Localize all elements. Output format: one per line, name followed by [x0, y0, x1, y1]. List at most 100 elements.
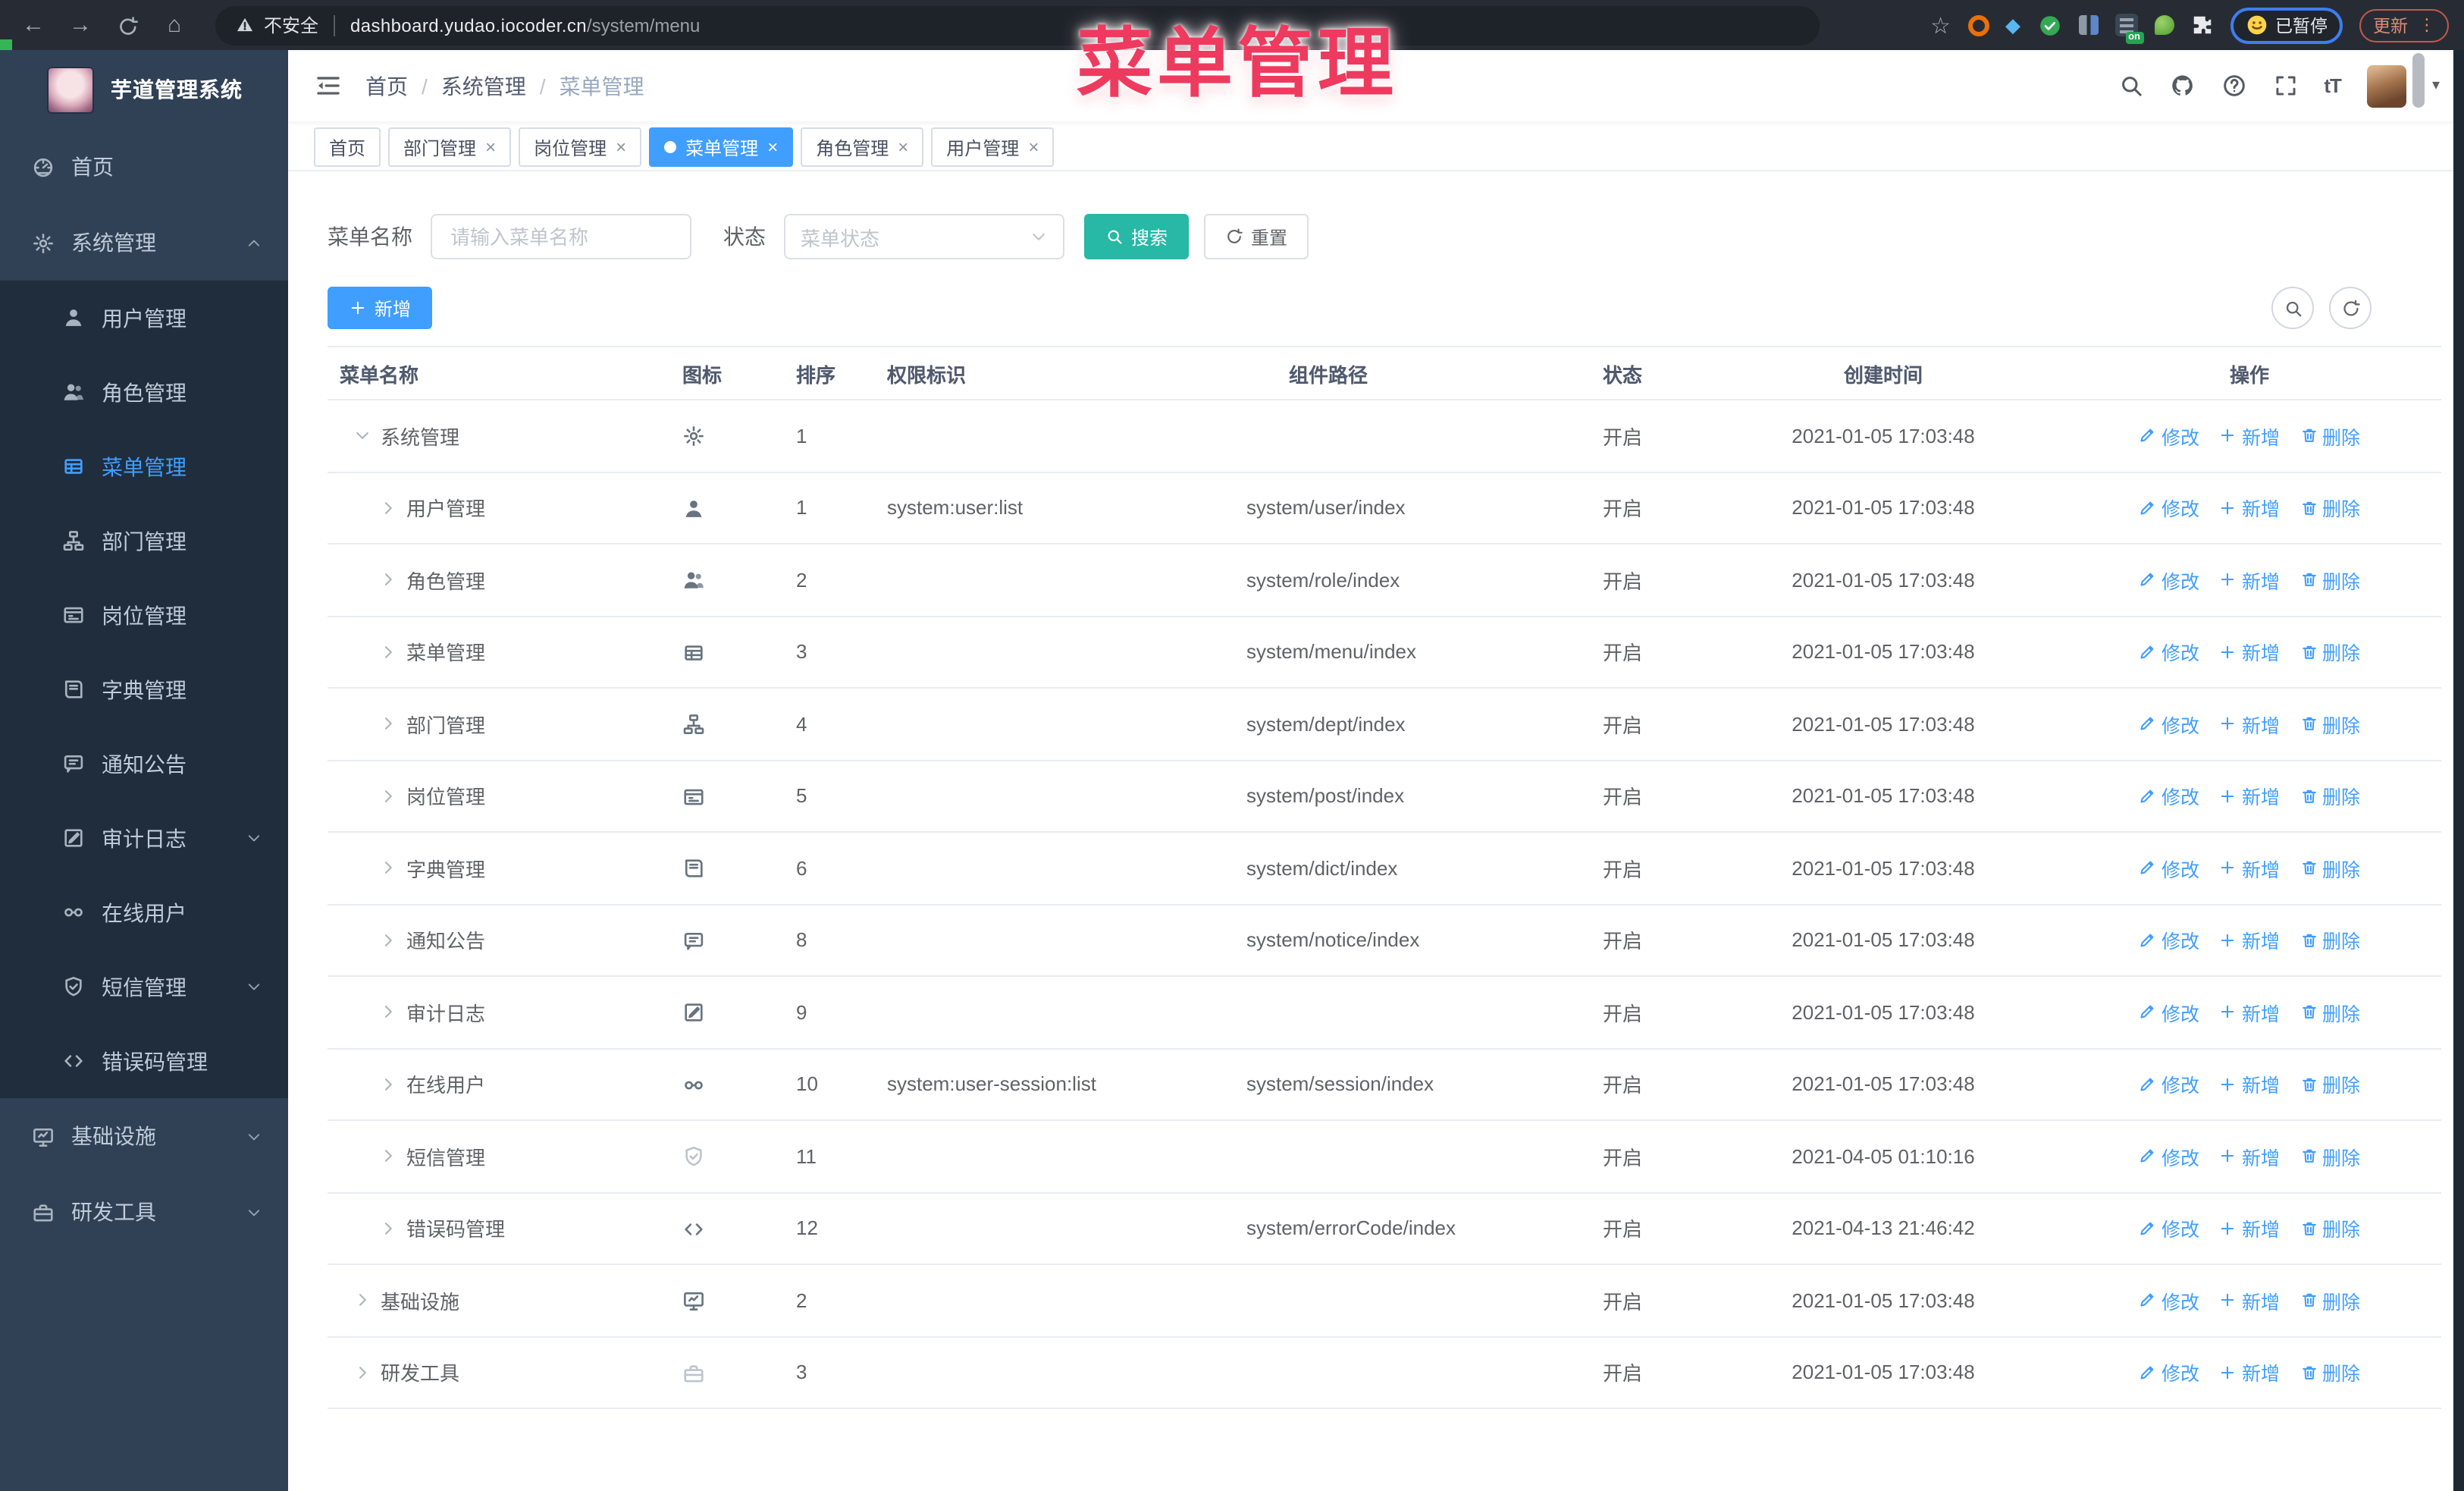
tab[interactable]: 部门管理 × — [388, 127, 512, 167]
expand-caret-icon[interactable] — [379, 1075, 397, 1094]
user-avatar[interactable] — [2366, 64, 2406, 107]
delete-link[interactable]: 删除 — [2299, 782, 2360, 811]
tab[interactable]: 岗位管理 × — [519, 127, 642, 167]
close-icon[interactable]: × — [485, 138, 496, 156]
sidebar-item[interactable]: 审计日志 — [0, 801, 288, 875]
add-inline-link[interactable]: 新增 — [2219, 1214, 2280, 1243]
delete-link[interactable]: 删除 — [2299, 1214, 2360, 1243]
edit-link[interactable]: 修改 — [2139, 566, 2199, 595]
delete-link[interactable]: 删除 — [2299, 1070, 2360, 1099]
close-icon[interactable]: × — [616, 138, 626, 156]
home-icon[interactable]: ⌂ — [156, 0, 193, 50]
toggle-search-button[interactable] — [2271, 287, 2314, 329]
add-inline-link[interactable]: 新增 — [2219, 566, 2280, 595]
add-inline-link[interactable]: 新增 — [2219, 1142, 2280, 1171]
breadcrumb-item[interactable]: 系统管理 — [441, 71, 526, 101]
add-inline-link[interactable]: 新增 — [2219, 638, 2280, 667]
edit-link[interactable]: 修改 — [2139, 494, 2199, 523]
sidebar-item[interactable]: 基础设施 — [0, 1098, 288, 1174]
sidebar-item[interactable]: 错误码管理 — [0, 1024, 288, 1098]
edit-link[interactable]: 修改 — [2139, 782, 2199, 811]
refresh-table-button[interactable] — [2329, 287, 2372, 329]
extension-bars-icon[interactable] — [2078, 15, 2098, 35]
sidebar-item[interactable]: 研发工具 — [0, 1174, 288, 1250]
github-icon[interactable] — [2169, 73, 2195, 99]
expand-caret-icon[interactable] — [353, 1292, 371, 1310]
extension-on-badge-icon[interactable]: on — [2114, 14, 2143, 44]
sidebar-item[interactable]: 在线用户 — [0, 875, 288, 950]
expand-caret-icon[interactable] — [379, 1147, 397, 1166]
sidebar-item[interactable]: 用户管理 — [0, 281, 288, 355]
bookmark-star-icon[interactable]: ☆ — [1930, 11, 1951, 39]
reload-icon[interactable] — [109, 0, 146, 50]
expand-caret-icon[interactable] — [379, 787, 397, 805]
reset-button[interactable]: 重置 — [1204, 214, 1309, 259]
sidebar-fold-icon[interactable] — [314, 71, 343, 100]
question-icon[interactable] — [2221, 73, 2246, 99]
expand-caret-icon[interactable] — [379, 715, 397, 733]
sidebar-item[interactable]: 短信管理 — [0, 950, 288, 1024]
edit-link[interactable]: 修改 — [2139, 710, 2199, 739]
edit-link[interactable]: 修改 — [2139, 1286, 2199, 1315]
extension-green-check-icon[interactable] — [2037, 13, 2061, 37]
edit-link[interactable]: 修改 — [2139, 638, 2199, 667]
delete-link[interactable]: 删除 — [2299, 998, 2360, 1027]
edit-link[interactable]: 修改 — [2139, 926, 2199, 955]
search-icon[interactable] — [2118, 73, 2143, 99]
expand-caret-icon[interactable] — [379, 931, 397, 950]
add-button[interactable]: 新增 — [328, 287, 433, 329]
forward-icon[interactable]: → — [62, 0, 99, 50]
add-inline-link[interactable]: 新增 — [2219, 1070, 2280, 1099]
sidebar-item[interactable]: 系统管理 — [0, 205, 288, 281]
delete-link[interactable]: 删除 — [2299, 854, 2360, 883]
tab[interactable]: 角色管理 × — [801, 127, 924, 167]
sidebar-item[interactable]: 岗位管理 — [0, 578, 288, 652]
breadcrumb-item[interactable]: 首页 — [365, 71, 408, 101]
sidebar-item[interactable]: 首页 — [0, 129, 288, 205]
search-button[interactable]: 搜索 — [1084, 214, 1190, 259]
edit-link[interactable]: 修改 — [2139, 1070, 2199, 1099]
extension-gem-icon[interactable]: ◆ — [2005, 13, 2020, 37]
edit-link[interactable]: 修改 — [2139, 1214, 2199, 1243]
sidebar-item[interactable]: 部门管理 — [0, 504, 288, 578]
delete-link[interactable]: 删除 — [2299, 638, 2360, 667]
scrollbar[interactable] — [2412, 53, 2425, 108]
add-inline-link[interactable]: 新增 — [2219, 422, 2280, 450]
edit-link[interactable]: 修改 — [2139, 998, 2199, 1027]
expand-caret-icon[interactable] — [379, 643, 397, 661]
chevron-down-icon[interactable]: ▾ — [2432, 77, 2440, 94]
delete-link[interactable]: 删除 — [2299, 566, 2360, 595]
expand-caret-icon[interactable] — [379, 571, 397, 589]
tab[interactable]: 菜单管理 × — [649, 127, 794, 167]
expand-caret-icon[interactable] — [379, 1219, 397, 1238]
sidebar-item[interactable]: 菜单管理 — [0, 429, 288, 504]
profile-paused-badge[interactable]: 已暂停 — [2230, 7, 2343, 43]
expand-caret-icon[interactable] — [379, 1003, 397, 1022]
edit-link[interactable]: 修改 — [2139, 1142, 2199, 1171]
edit-link[interactable]: 修改 — [2139, 1358, 2199, 1387]
back-icon[interactable]: ← — [15, 0, 52, 50]
add-inline-link[interactable]: 新增 — [2219, 926, 2280, 955]
delete-link[interactable]: 删除 — [2299, 1286, 2360, 1315]
status-select[interactable]: 菜单状态 — [784, 214, 1064, 259]
edit-link[interactable]: 修改 — [2139, 422, 2199, 450]
collapse-caret-icon[interactable] — [353, 427, 371, 445]
delete-link[interactable]: 删除 — [2299, 1142, 2360, 1171]
expand-caret-icon[interactable] — [353, 1364, 371, 1382]
expand-caret-icon[interactable] — [379, 499, 397, 517]
sidebar-item[interactable]: 角色管理 — [0, 355, 288, 429]
add-inline-link[interactable]: 新增 — [2219, 1286, 2280, 1315]
address-bar[interactable]: 不安全 dashboard.yudao.iocoder.cn /system/m… — [215, 5, 1820, 45]
add-inline-link[interactable]: 新增 — [2219, 710, 2280, 739]
tab[interactable]: 用户管理 × — [931, 127, 1055, 167]
sidebar-item[interactable]: 字典管理 — [0, 652, 288, 727]
update-browser-button[interactable]: 更新 ⋮ — [2359, 8, 2449, 42]
sidebar-item[interactable]: 通知公告 — [0, 727, 288, 801]
add-inline-link[interactable]: 新增 — [2219, 782, 2280, 811]
extension-orange-ring-icon[interactable] — [1967, 14, 1989, 36]
expand-caret-icon[interactable] — [379, 859, 397, 877]
menu-name-input[interactable] — [431, 214, 691, 259]
delete-link[interactable]: 删除 — [2299, 710, 2360, 739]
tab[interactable]: 首页 — [314, 127, 381, 167]
delete-link[interactable]: 删除 — [2299, 422, 2360, 450]
